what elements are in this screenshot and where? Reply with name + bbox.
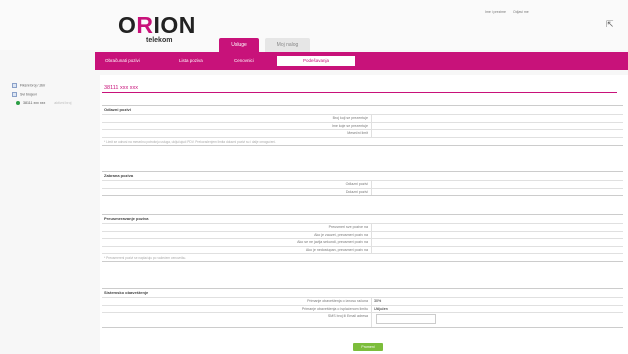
row-label: Primanje obaveštenja o iznosu računa: [102, 298, 372, 305]
active-dot-icon: [16, 101, 20, 106]
page: ORION telekom Ime i prezime Odjavi me ⇱ …: [0, 0, 628, 354]
table-row: Broj koji se prezentuje: [102, 114, 623, 122]
row-label: Odlazni pozivi: [102, 181, 372, 188]
top-links: Ime i prezime Odjavi me: [485, 10, 535, 14]
sub-navigation: Obračunati pozivi Lista poziva Cenovnici…: [95, 52, 628, 70]
title-divider: [102, 92, 617, 93]
section-note: * Limit se odnosi na mesečnu potrošnju u…: [102, 136, 623, 145]
subtab-podesavanja[interactable]: Podešavanja: [277, 56, 355, 66]
section-title: Preusmeravanje poziva: [104, 216, 149, 221]
block-incoming-field[interactable]: [372, 189, 623, 196]
sms-email-field: [372, 313, 623, 327]
table-row: Primanje obaveštenja o isplaćenom limitu…: [102, 304, 623, 313]
tab-usluge[interactable]: Usluge: [219, 38, 259, 52]
logo-subtitle: telekom: [146, 37, 173, 44]
section-odlazni-pozivi: Odlazni pozivi Broj koji se prezentuje I…: [102, 105, 623, 146]
logo[interactable]: ORION: [118, 12, 196, 39]
monthly-limit-field[interactable]: [372, 130, 623, 137]
table-row: Mesečni limit: [102, 129, 623, 137]
row-label: Ako je zauzet, preusmeri poziv na: [102, 231, 372, 238]
row-label: Mesečni limit: [102, 130, 372, 137]
section-title: Sistemsko obaveštenje: [104, 290, 149, 295]
forward-busy-field[interactable]: [372, 232, 623, 239]
table-row: Ako je zauzet, preusmeri poziv na: [102, 230, 623, 239]
logout-link[interactable]: Odjavi me: [513, 10, 529, 14]
row-label: Ime koje se prezentuje: [102, 122, 372, 129]
logo-r: R: [136, 12, 154, 38]
logo-o: O: [118, 12, 137, 38]
sidebar-item-fixed[interactable]: Fiksni broj / zbir: [12, 83, 45, 88]
tab-moj-nalog[interactable]: Moj nalog: [265, 38, 310, 52]
sidebar-item-extra: aktivni broj: [54, 101, 72, 105]
logo-ion: ION: [153, 12, 196, 38]
subtab-lista-poziva[interactable]: Lista poziva: [179, 56, 203, 66]
forward-no-answer-field[interactable]: [372, 239, 623, 246]
caller-id-name-field[interactable]: [372, 123, 623, 130]
section-sistemsko-obavestenje: Sistemsko obaveštenje Primanje obavešten…: [102, 288, 623, 328]
table-row: Odlazni pozivi: [102, 180, 623, 188]
sidebar-item-label: Svi brojevi: [20, 92, 37, 97]
save-button[interactable]: Promeni: [353, 343, 383, 351]
row-label: Ako je nedostupan, preusmeri poziv na: [102, 246, 372, 253]
page-title: 38111 xxx xxx: [104, 85, 139, 91]
mouse-cursor-icon: ⇱: [606, 19, 614, 29]
row-label: Dolazni pozivi: [102, 188, 372, 195]
sms-email-textarea[interactable]: [376, 314, 436, 324]
table-row: Ako je nedostupan, preusmeri poziv na: [102, 245, 623, 254]
table-row: Dolazni pozivi: [102, 187, 623, 196]
section-zabrana-poziva: Zabrana poziva Odlazni pozivi Dolazni po…: [102, 171, 623, 196]
document-icon: [12, 92, 17, 97]
section-title: Odlazni pozivi: [104, 107, 131, 112]
bill-notice-field[interactable]: 30%: [372, 298, 623, 305]
document-icon: [12, 83, 17, 88]
table-row: Ako se ne javlja sekundi, preusmeri pozi…: [102, 238, 623, 246]
forward-all-field[interactable]: [372, 224, 623, 231]
row-label: Primanje obaveštenja o isplaćenom limitu: [102, 305, 372, 312]
forward-unreachable-field[interactable]: [372, 247, 623, 254]
table-row: Primanje obaveštenja o iznosu računa 30%: [102, 297, 623, 305]
sidebar: Fiksni broj / zbir Svi brojevi 38111 xxx…: [0, 75, 95, 354]
sidebar-item-label: 38111 xxx xxx: [23, 101, 46, 105]
main-content: 38111 xxx xxx Odlazni pozivi Broj koji s…: [100, 75, 628, 354]
row-label: SMS broj ili Email adresa: [102, 313, 372, 327]
limit-notice-field[interactable]: Uključen: [372, 306, 623, 313]
section-note: * Preusmereni pozivi se naplaćuju po važ…: [102, 253, 623, 261]
sidebar-item-number[interactable]: 38111 xxx xxx aktivni broj: [16, 101, 72, 106]
header: ORION telekom Ime i prezime Odjavi me ⇱ …: [0, 0, 628, 52]
sidebar-item-all[interactable]: Svi brojevi: [12, 92, 37, 97]
row-label: Ako se ne javlja sekundi, preusmeri pozi…: [102, 239, 372, 246]
block-outgoing-field[interactable]: [372, 181, 623, 188]
subtab-obracunati-pozivi[interactable]: Obračunati pozivi: [105, 56, 140, 66]
section-title: Zabrana poziva: [104, 173, 134, 178]
sidebar-item-label: Fiksni broj / zbir: [20, 83, 46, 88]
table-row: Preusmeri sve pozive na: [102, 223, 623, 231]
subtab-cenovnici[interactable]: Cenovnici: [234, 56, 254, 66]
row-label: Preusmeri sve pozive na: [102, 224, 372, 231]
table-row: SMS broj ili Email adresa: [102, 312, 623, 327]
table-row: Ime koje se prezentuje: [102, 121, 623, 130]
row-label: Broj koji se prezentuje: [102, 115, 372, 122]
user-name-link[interactable]: Ime i prezime: [485, 10, 506, 14]
section-preusmeravanje: Preusmeravanje poziva Preusmeri sve pozi…: [102, 214, 623, 262]
caller-id-number-field[interactable]: [372, 115, 623, 122]
